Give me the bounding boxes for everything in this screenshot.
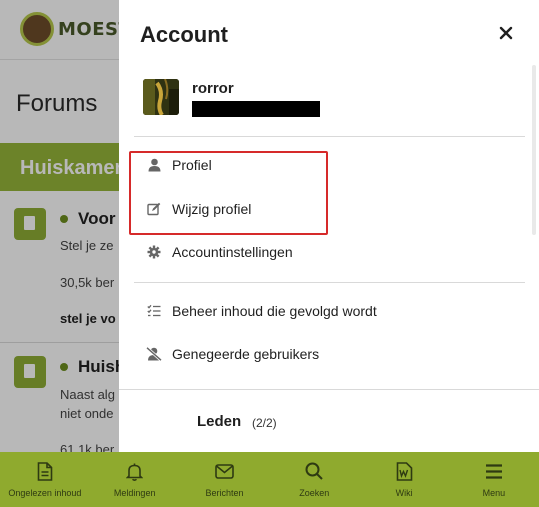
- menu-item-label: Profiel: [172, 157, 212, 173]
- close-icon: [499, 26, 513, 40]
- menu-divider: [134, 136, 525, 137]
- username[interactable]: rorror: [192, 80, 234, 97]
- drawer-title: Account: [140, 22, 228, 47]
- leden-count: (2/2): [252, 416, 277, 430]
- menu-item-label: Genegeerde gebruikers: [172, 346, 320, 362]
- menu-item-wijzig-profiel[interactable]: Wijzig profiel: [134, 192, 525, 226]
- menu-item-label: Wijzig profiel: [172, 201, 252, 217]
- account-drawer: Account rorror Profiel Wijzig profiel Ac…: [119, 0, 539, 452]
- nav-label: Zoeken: [299, 488, 330, 498]
- menu-item-accountinstellingen[interactable]: Accountinstellingen: [134, 235, 525, 269]
- menu-item-label: Beheer inhoud die gevolgd wordt: [172, 303, 377, 319]
- avatar[interactable]: [143, 79, 179, 115]
- nav-label: Ongelezen inhoud: [8, 488, 82, 498]
- menu-divider: [134, 282, 525, 283]
- menu-item-genegeerde-gebruikers[interactable]: Genegeerde gebruikers: [134, 337, 525, 371]
- nav-item-zoeken[interactable]: Zoeken: [269, 452, 359, 507]
- nav-label: Wiki: [395, 488, 413, 498]
- user-slash-icon: [146, 346, 162, 362]
- nav-label: Menu: [482, 488, 506, 498]
- nav-item-ongelezen-inhoud[interactable]: Ongelezen inhoud: [0, 452, 90, 507]
- nav-label: Meldingen: [113, 488, 156, 498]
- menu-item-beheer-inhoud[interactable]: Beheer inhoud die gevolgd wordt: [134, 294, 525, 328]
- checklist-icon: [146, 303, 162, 319]
- nav-item-berichten[interactable]: Berichten: [180, 452, 270, 507]
- search-icon: [304, 461, 324, 481]
- nav-item-meldingen[interactable]: Meldingen: [90, 452, 180, 507]
- drawer-scrollbar[interactable]: [532, 65, 536, 235]
- bottom-nav: Ongelezen inhoud Meldingen Berichten Zoe…: [0, 452, 539, 507]
- wiki-icon: [394, 461, 414, 481]
- gear-icon: [146, 244, 162, 260]
- nav-item-menu[interactable]: Menu: [449, 452, 539, 507]
- menu-item-profiel[interactable]: Profiel: [134, 148, 525, 182]
- edit-icon: [146, 201, 162, 217]
- close-button[interactable]: [491, 18, 521, 48]
- hamburger-icon: [484, 461, 504, 481]
- leden-label[interactable]: Leden: [197, 413, 241, 430]
- section-divider: [119, 389, 539, 390]
- redacted-email: [192, 101, 320, 117]
- envelope-icon: [214, 461, 234, 481]
- user-icon: [146, 157, 162, 173]
- bell-icon: [125, 461, 145, 481]
- menu-item-label: Accountinstellingen: [172, 244, 293, 260]
- document-icon: [35, 461, 55, 481]
- nav-label: Berichten: [205, 488, 244, 498]
- nav-item-wiki[interactable]: Wiki: [359, 452, 449, 507]
